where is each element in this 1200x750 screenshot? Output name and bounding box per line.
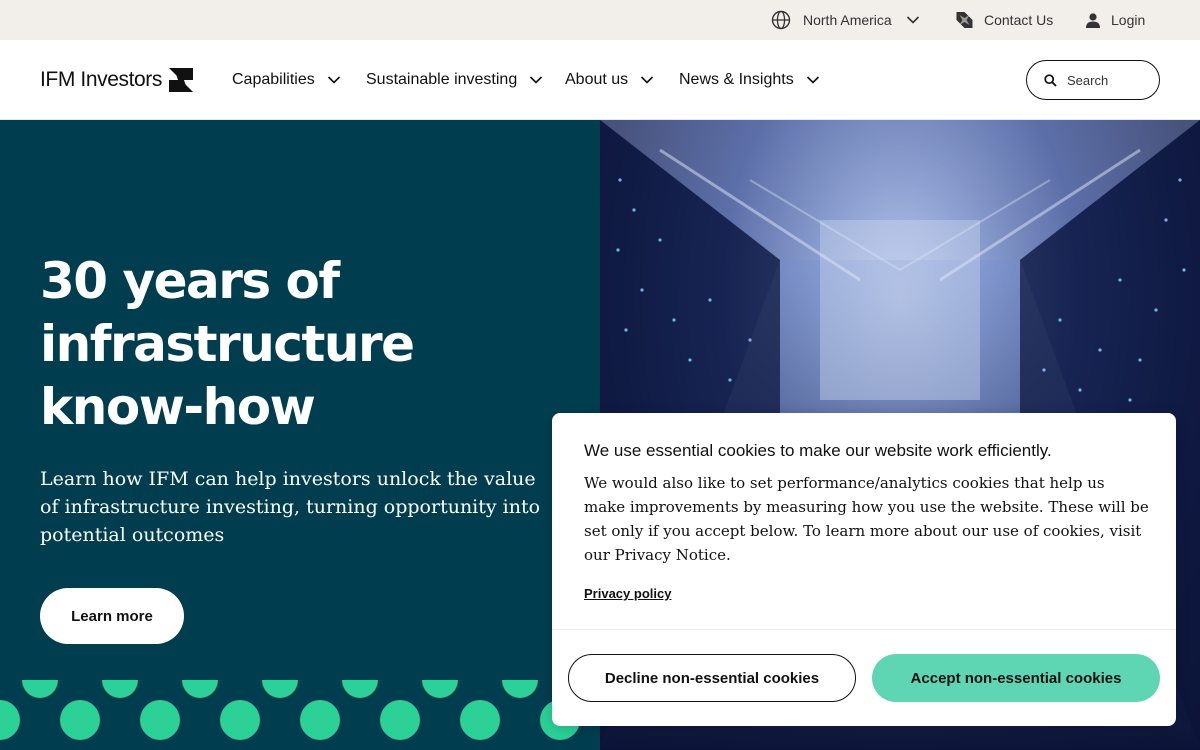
divider <box>552 629 1176 630</box>
decline-cookies-button[interactable]: Decline non-essential cookies <box>568 654 856 702</box>
nav-label: Sustainable investing <box>366 71 518 88</box>
search-icon <box>1044 73 1057 87</box>
chevron-down-icon <box>327 76 340 84</box>
login-label: Login <box>1111 12 1146 28</box>
search-box[interactable] <box>1026 60 1160 100</box>
ifm-logo[interactable]: IFM Investors <box>40 67 193 93</box>
decorative-dot-pattern <box>0 680 580 740</box>
main-header: IFM Investors Capabilities Sustainable i… <box>0 40 1200 120</box>
contact-us-link[interactable]: Contact Us <box>956 0 1053 40</box>
nav-about-us[interactable]: About us <box>565 40 654 120</box>
logo-mark-icon <box>169 68 193 92</box>
hero-title: 30 years of infrastructure know-how <box>40 252 415 436</box>
login-link[interactable]: Login <box>1085 0 1145 40</box>
hero-subtitle: Learn how IFM can help investors unlock … <box>40 468 541 546</box>
globe-icon <box>771 10 791 30</box>
hero-panel: 30 years of infrastructure know-how Lear… <box>0 120 600 750</box>
region-label: North America <box>803 12 892 28</box>
chevron-down-icon <box>641 76 654 84</box>
user-icon <box>1086 13 1100 28</box>
nav-label: News & Insights <box>679 71 794 88</box>
search-input[interactable] <box>1067 72 1147 88</box>
nav-label: Capabilities <box>232 71 315 88</box>
cookie-body: We would also like to set performance/an… <box>584 474 1149 564</box>
nav-sustainable-investing[interactable]: Sustainable investing <box>366 40 543 120</box>
utility-bar: North America Contact Us Login <box>0 0 1200 40</box>
chevron-down-icon <box>806 76 819 84</box>
cookie-banner: We use essential cookies to make our web… <box>552 413 1176 726</box>
accept-cookies-button[interactable]: Accept non-essential cookies <box>872 654 1160 702</box>
contact-us-label: Contact Us <box>984 12 1054 28</box>
privacy-policy-link[interactable]: Privacy policy <box>584 586 671 601</box>
logo-text: IFM Investors <box>40 68 162 91</box>
logo-mark-icon <box>956 12 973 28</box>
nav-capabilities[interactable]: Capabilities <box>232 40 341 120</box>
cookie-heading: We use essential cookies to make our web… <box>584 441 1052 460</box>
nav-label: About us <box>565 71 629 88</box>
learn-more-button[interactable]: Learn more <box>40 588 184 644</box>
chevron-down-icon <box>906 16 919 24</box>
nav-news-insights[interactable]: News & Insights <box>679 40 820 120</box>
chevron-down-icon <box>530 76 543 84</box>
region-selector[interactable]: North America <box>771 0 920 40</box>
